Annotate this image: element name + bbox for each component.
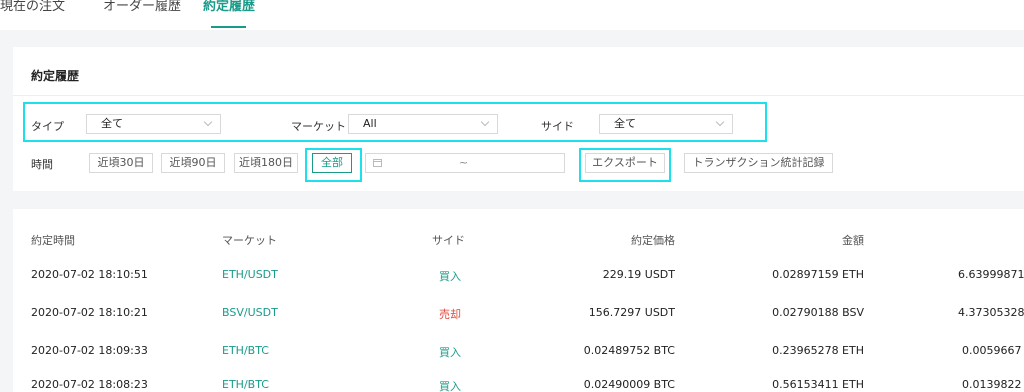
cell-side: 売却 [439,308,461,321]
cell-price: 0.02490009 BTC [583,378,675,391]
panel-title: 約定履歴 [31,69,80,83]
all-time-button[interactable]: 全部 [312,153,352,173]
divider [13,95,1024,96]
date-range-picker[interactable]: ~ [365,153,565,173]
cell-time: 2020-07-02 18:09:33 [31,344,148,357]
header-time: 約定時間 [31,234,75,247]
cell-total: 0.0139822 [962,378,1022,391]
cell-side: 買入 [439,346,461,359]
tab-bar: 現在の注文 オーダー履歴 約定履歴 [0,0,1024,30]
last-30-days-button[interactable]: 近頃30日 [89,153,153,173]
cell-amount: 0.56153411 ETH [772,378,864,391]
cell-side: 買入 [439,380,461,392]
side-select-value: 全て [614,117,636,130]
chevron-down-icon [480,117,490,127]
cell-price: 0.02489752 BTC [583,344,675,357]
cell-market: BSV/USDT [222,306,278,319]
tab-current-orders[interactable]: 現在の注文 [0,0,65,14]
cell-market: ETH/USDT [222,268,278,281]
tab-trade-history[interactable]: 約定履歴 [203,0,255,14]
calendar-icon [373,159,382,167]
cell-market: ETH/BTC [222,378,269,391]
cell-market: ETH/BTC [222,344,269,357]
cell-amount: 0.02790188 BSV [772,306,864,319]
tab-order-history[interactable]: オーダー履歴 [103,0,181,14]
cell-time: 2020-07-02 18:10:21 [31,306,148,319]
cell-price: 229.19 USDT [602,268,675,281]
type-select[interactable]: 全て [86,114,221,134]
cell-amount: 0.02897159 ETH [772,268,864,281]
header-price: 約定価格 [631,234,675,247]
chevron-down-icon [203,117,213,127]
cell-time: 2020-07-02 18:10:51 [31,268,148,281]
market-select-value: All [363,117,377,130]
cell-side: 買入 [439,270,461,283]
date-separator: ~ [459,156,469,169]
cell-amount: 0.23965278 ETH [772,344,864,357]
chevron-down-icon [715,117,725,127]
header-amount: 金額 [842,234,864,247]
cell-time: 2020-07-02 18:08:23 [31,378,148,391]
cell-total: 4.37305328 [958,306,1024,319]
trade-table-panel [13,209,1024,392]
export-button[interactable]: エクスポート [585,153,665,173]
header-market: マーケット [222,234,277,247]
side-label: サイド [541,120,574,133]
last-90-days-button[interactable]: 近頃90日 [161,153,225,173]
time-label: 時間 [31,158,53,171]
market-label: マーケット [291,120,346,133]
last-180-days-button[interactable]: 近頃180日 [234,153,298,173]
cell-price: 156.7297 USDT [588,306,675,319]
side-select[interactable]: 全て [599,114,733,134]
cell-total: 6.63999871 [958,268,1024,281]
transaction-stats-button[interactable]: トランザクション統計記録 [684,153,833,173]
cell-total: 0.0059667 [962,344,1022,357]
header-side: サイド [432,234,465,247]
market-select[interactable]: All [348,114,498,134]
type-label: タイプ [31,120,64,133]
active-tab-indicator [211,26,246,28]
type-select-value: 全て [101,117,123,130]
